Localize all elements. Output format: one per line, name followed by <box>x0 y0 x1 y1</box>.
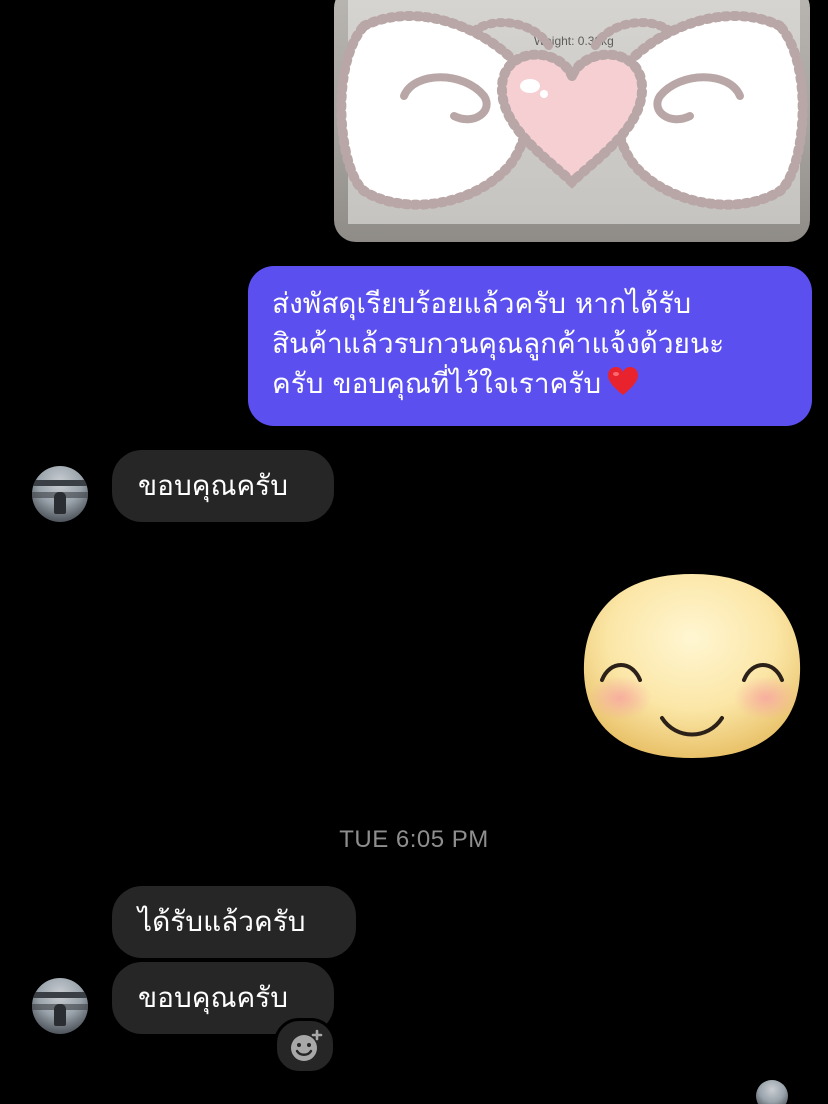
seen-by-avatar <box>756 1080 788 1104</box>
add-emoji-icon <box>291 1029 323 1061</box>
bow-heart-sticker <box>336 11 808 210</box>
message-timestamp: TUE 6:05 PM <box>339 826 489 853</box>
incoming-message-text: ขอบคุณครับ <box>138 469 288 502</box>
outgoing-message-bubble[interactable]: ส่งพัสดุเรียบร้อยแล้วครับ หากได้รับ สินค… <box>248 266 812 426</box>
red-heart-icon <box>608 367 639 395</box>
chat-screen: Weight: 0.32kg ส่งพัสดุเรียบร้อยแล้วครับ… <box>0 0 828 1104</box>
message-line-3-wrap: ครับ ขอบคุณที่ไว้ใจเราครับ <box>272 364 796 404</box>
incoming-message-bubble[interactable]: ได้รับแล้วครับ <box>112 886 356 958</box>
smiling-face-sticker[interactable] <box>580 568 804 764</box>
incoming-message-text: ขอบคุณครับ <box>138 981 288 1014</box>
message-line-2: สินค้าแล้วรบกวนคุณลูกค้าแจ้งด้วยนะ <box>272 327 725 360</box>
contact-avatar[interactable] <box>32 466 88 522</box>
shared-photo-message[interactable]: Weight: 0.32kg <box>334 0 810 242</box>
message-line-3: ครับ ขอบคุณที่ไว้ใจเราครับ <box>272 367 602 400</box>
add-reaction-button[interactable] <box>274 1018 336 1074</box>
incoming-message-text: ได้รับแล้วครับ <box>138 905 306 938</box>
incoming-message-bubble[interactable]: ขอบคุณครับ <box>112 450 334 522</box>
message-line-1: ส่งพัสดุเรียบร้อยแล้วครับ หากได้รับ <box>272 287 692 320</box>
contact-avatar[interactable] <box>32 978 88 1034</box>
